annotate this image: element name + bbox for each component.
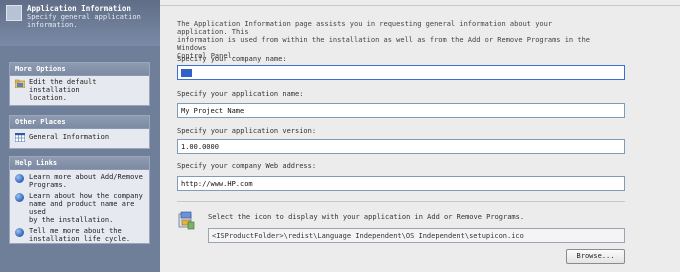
folder-icon (15, 79, 25, 88)
more-options-section: More Options Edit the default installati… (9, 62, 150, 106)
page-subtitle-line1: Specify general application (27, 13, 141, 21)
help-link-company-product-line2: name and product name are used (29, 200, 135, 216)
app-info-icon (6, 5, 22, 21)
page-header: Application Information Specify general … (0, 0, 160, 46)
web-address-input[interactable]: http://www.HP.com (177, 176, 625, 191)
intro-line1: The Application Information page assists… (177, 20, 553, 36)
grid-icon (15, 133, 25, 142)
edit-install-location-link[interactable]: Edit the default installation location. (10, 76, 149, 104)
help-links-section: Help Links Learn more about Add/Remove P… (9, 156, 150, 244)
help-icon (15, 174, 24, 183)
help-links-title: Help Links (10, 157, 149, 170)
application-name-input[interactable]: My Project Name (177, 103, 625, 118)
setup-icon (178, 211, 195, 230)
page-subtitle-line2: information. (27, 21, 78, 29)
help-icon (15, 228, 24, 237)
icon-select-label: Select the icon to display with your app… (208, 213, 525, 221)
intro-line2: information is used from within the inst… (177, 36, 591, 52)
sidebar: Application Information Specify general … (0, 0, 160, 272)
more-options-title: More Options (10, 63, 149, 76)
help-link-life-cycle[interactable]: Tell me more about the installation life… (10, 226, 149, 245)
help-link-life-cycle-line1: Tell me more about the (29, 227, 122, 235)
help-link-add-remove-line1: Learn more about Add/Remove (29, 173, 143, 181)
application-name-label: Specify your application name: (177, 90, 304, 98)
help-link-life-cycle-line2: installation life cycle. (29, 235, 131, 243)
general-information-label: General Information (29, 133, 110, 141)
edit-install-location-label-1: Edit the default installation (29, 78, 97, 94)
company-name-input[interactable] (177, 65, 625, 80)
company-name-label: Specify your company name: (177, 55, 287, 63)
icon-path-field: <ISProductFolder>\redist\Language Indepe… (208, 228, 625, 243)
top-divider (160, 5, 680, 6)
section-divider (177, 201, 625, 202)
edit-install-location-label-2: location. (29, 94, 67, 102)
application-version-label: Specify your application version: (177, 127, 317, 135)
main-content: The Application Information page assists… (160, 0, 680, 272)
text-selection (181, 69, 192, 77)
intro-text: The Application Information page assists… (177, 20, 597, 60)
help-link-company-product-line3: by the installation. (29, 216, 114, 224)
help-icon (15, 193, 24, 202)
help-link-company-product[interactable]: Learn about how the company name and pro… (10, 191, 149, 226)
help-link-add-remove-line2: Programs. (29, 181, 67, 189)
browse-button[interactable]: Browse... (566, 249, 625, 264)
web-address-label: Specify your company Web address: (177, 162, 317, 170)
page-title: Application Information (27, 4, 131, 13)
application-version-input[interactable]: 1.00.0000 (177, 139, 625, 154)
help-link-add-remove[interactable]: Learn more about Add/Remove Programs. (10, 170, 149, 191)
general-information-link[interactable]: General Information (10, 129, 149, 143)
other-places-title: Other Places (10, 116, 149, 129)
help-link-company-product-line1: Learn about how the company (29, 192, 143, 200)
other-places-section: Other Places General Information (9, 115, 150, 149)
